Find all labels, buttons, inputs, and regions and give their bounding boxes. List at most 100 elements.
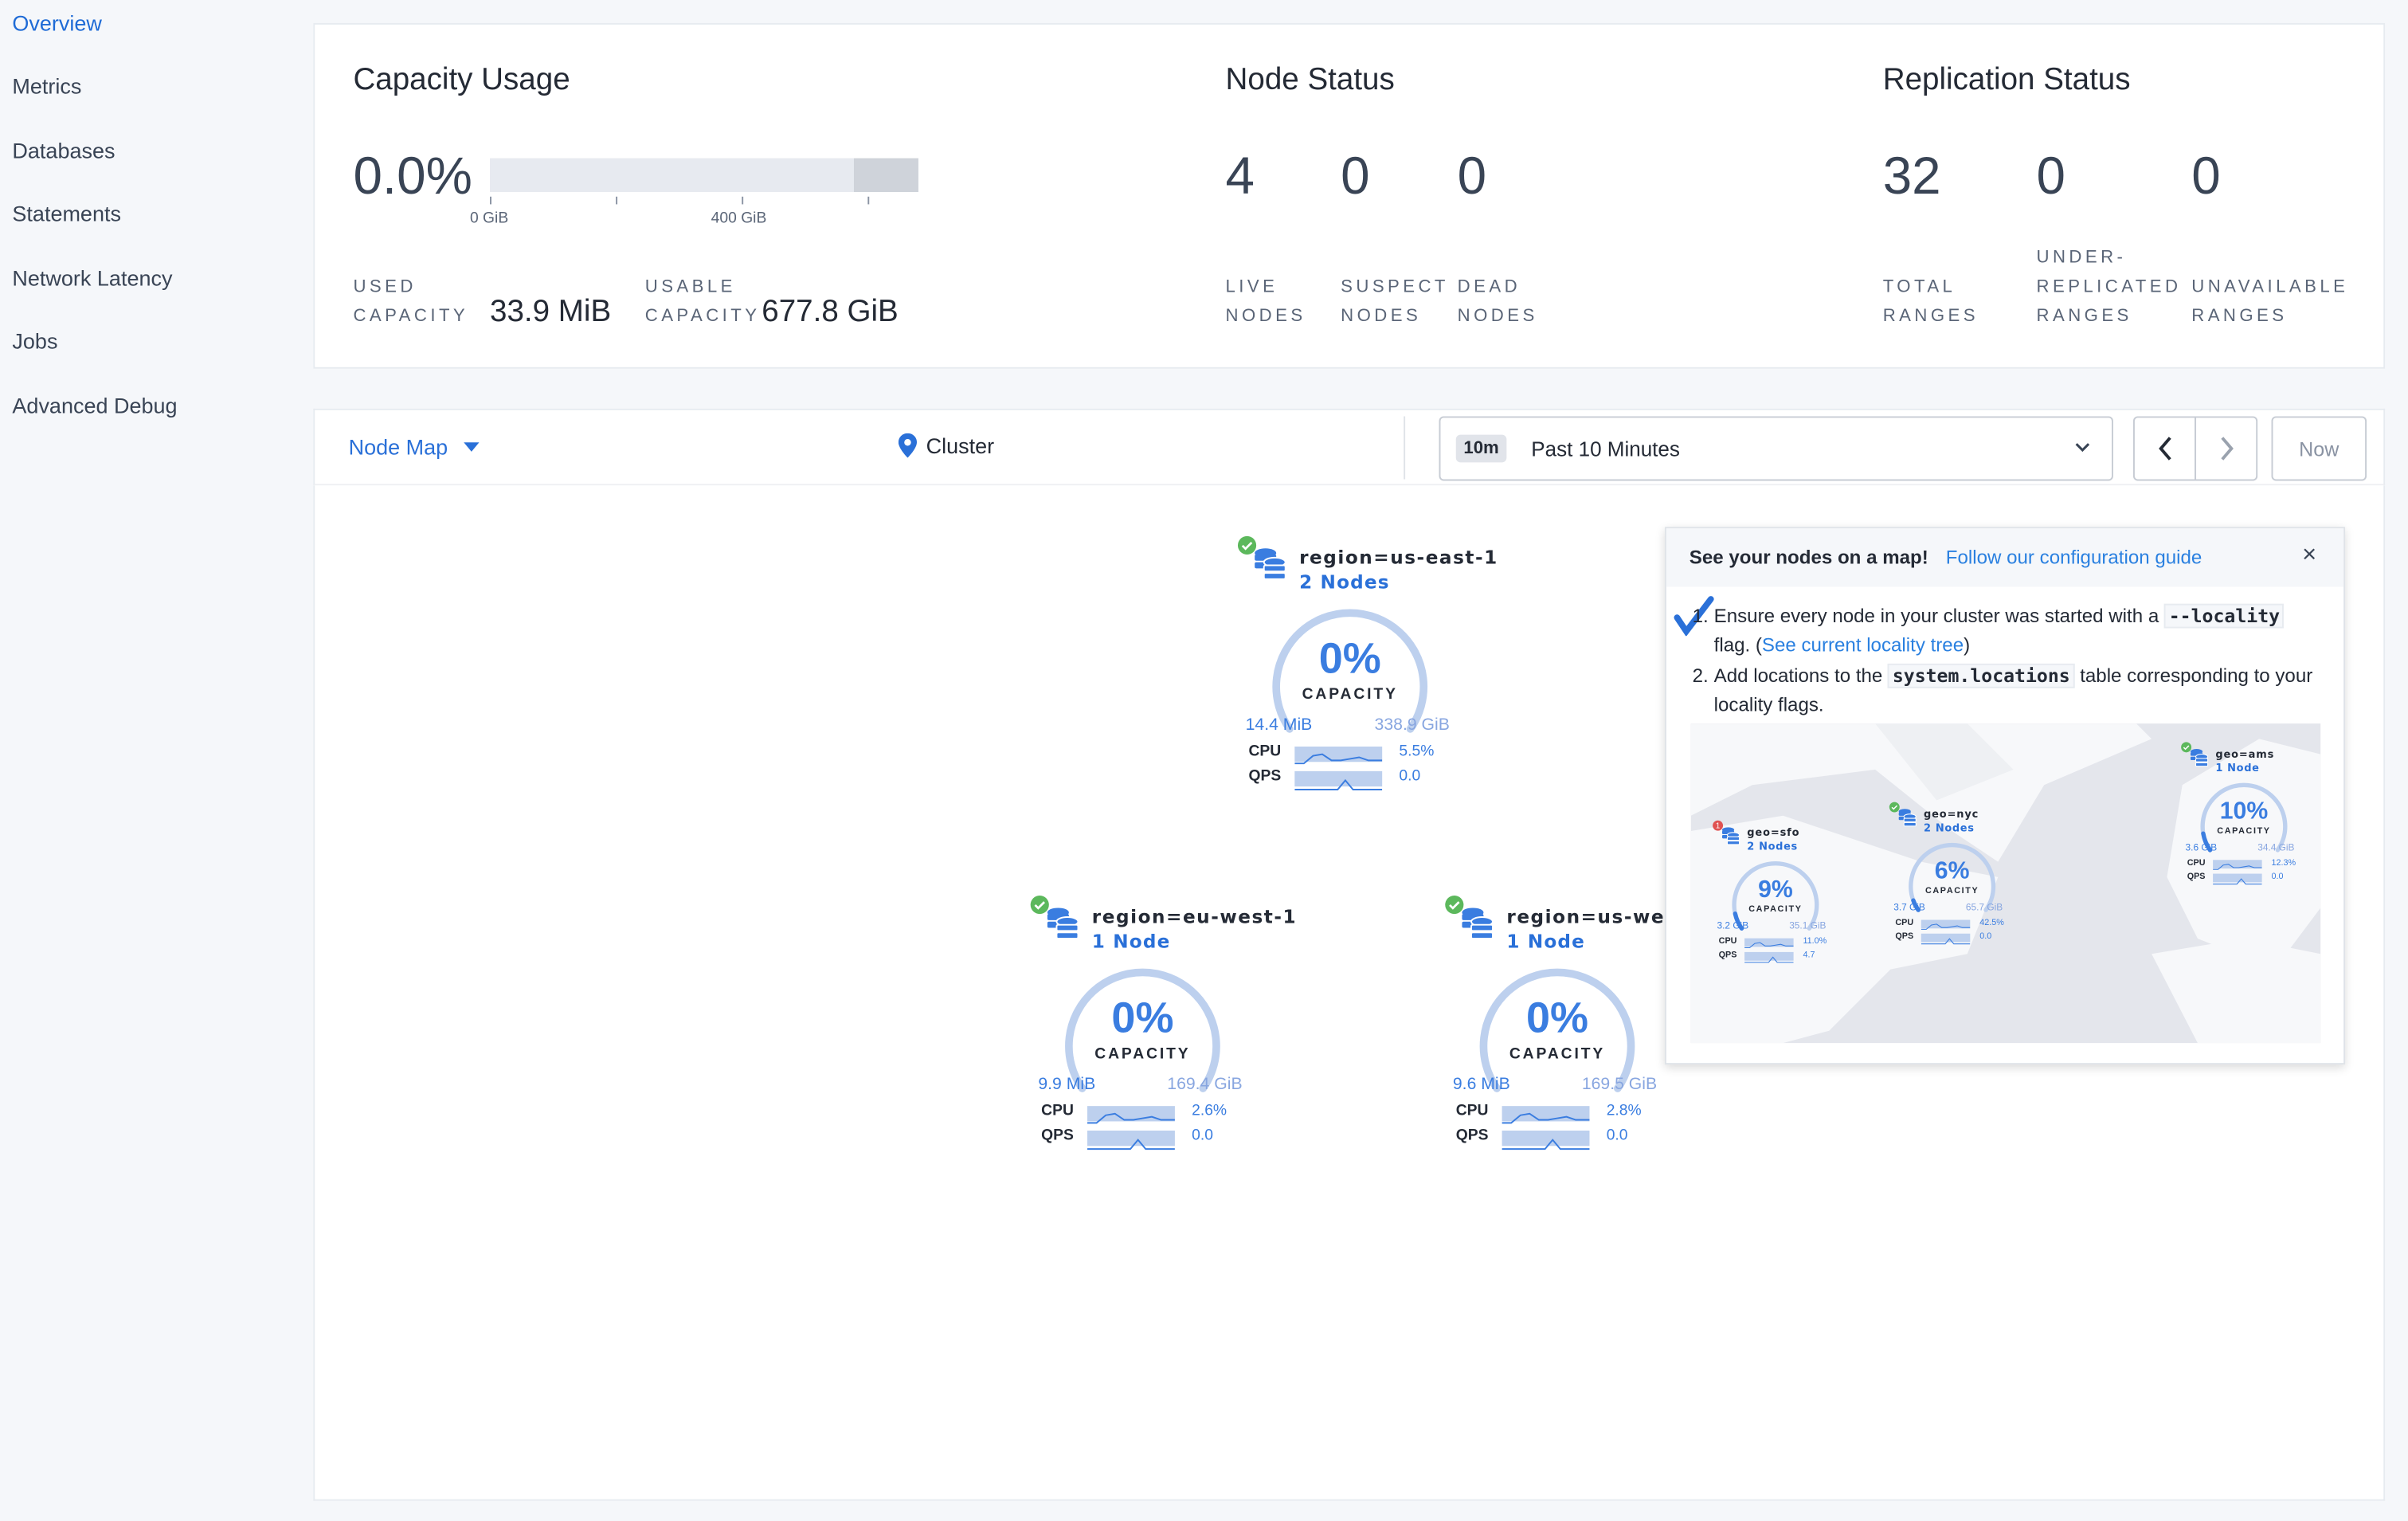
database-icon-wrap bbox=[1461, 907, 1494, 948]
cpu-value: 2.8% bbox=[1606, 1103, 1642, 1120]
node-region[interactable]: geo=nyc 2 Nodes 6% CAPACITY 3.7 GiB 65.7 GiB C… bbox=[1889, 802, 2040, 955]
node-count[interactable]: 2 Nodes bbox=[1747, 841, 1798, 853]
node-count[interactable]: 1 Node bbox=[2215, 762, 2259, 774]
database-icon bbox=[1255, 548, 1286, 580]
cpu-label: CPU bbox=[1455, 1103, 1489, 1120]
chevron-right-icon bbox=[2220, 437, 2233, 461]
capacity-label: CAPACITY bbox=[1509, 1045, 1606, 1064]
stat-label: TOTAL RANGES bbox=[1883, 245, 1979, 332]
configuration-guide-link[interactable]: Follow our configuration guide bbox=[1946, 547, 2202, 568]
breadcrumb[interactable]: Cluster bbox=[898, 433, 994, 458]
view-selector[interactable]: Node Map bbox=[349, 435, 479, 459]
stat-value: 0 bbox=[2036, 147, 2066, 206]
usable-capacity-label: USABLE CAPACITY bbox=[645, 273, 761, 331]
cpu-value: 11.0% bbox=[1803, 936, 1827, 947]
label-line: REPLICATED bbox=[2036, 277, 2182, 297]
sidebar-item-network-latency[interactable]: Network Latency bbox=[12, 266, 172, 291]
axis-label-400: 400 GiB bbox=[711, 210, 767, 228]
now-button[interactable]: Now bbox=[2271, 416, 2367, 481]
node-region[interactable]: region=us-east-1 2 Nodes 0% CAPACITY 14.4 Mi… bbox=[1237, 535, 1507, 808]
sidebar-item-jobs[interactable]: Jobs bbox=[12, 329, 57, 354]
sidebar-item-metrics[interactable]: Metrics bbox=[12, 74, 81, 99]
node-count[interactable]: 1 Node bbox=[1092, 931, 1171, 952]
cpu-sparkline bbox=[1502, 1106, 1590, 1124]
capacity-percent: 10% bbox=[2219, 797, 2269, 824]
qps-label: QPS bbox=[1041, 1127, 1074, 1145]
node-status-title: Node Status bbox=[1225, 63, 1395, 97]
used-capacity-value: 33.9 MiB bbox=[490, 295, 612, 329]
cpu-label: CPU bbox=[1041, 1103, 1074, 1120]
popup-title: See your nodes on a map! bbox=[1689, 547, 1928, 569]
setup-steps: 1. Ensure every node in your cluster was … bbox=[1693, 602, 2322, 719]
database-icon bbox=[1462, 908, 1494, 939]
sidebar-item-advanced-debug[interactable]: Advanced Debug bbox=[12, 394, 177, 418]
capacity-label: CAPACITY bbox=[1302, 686, 1398, 704]
node-region[interactable]: region=eu-west-1 1 Node 0% CAPACITY 9.9 MiB 1… bbox=[1030, 896, 1299, 1168]
time-range-label: Past 10 Minutes bbox=[1531, 437, 1680, 461]
qps-value: 0.0 bbox=[1606, 1127, 1628, 1145]
database-icon bbox=[1898, 809, 1917, 827]
axis-tick bbox=[867, 196, 870, 205]
cpu-sparkline bbox=[1294, 747, 1383, 765]
label-line: CAPACITY bbox=[353, 307, 469, 326]
close-icon[interactable]: × bbox=[2302, 543, 2316, 570]
next-time-button[interactable] bbox=[2195, 416, 2258, 481]
previous-time-button[interactable] bbox=[2132, 416, 2197, 481]
capacity-label: CAPACITY bbox=[1748, 904, 1803, 915]
stat-value: 0 bbox=[1457, 147, 1487, 206]
axis-tick bbox=[490, 196, 491, 205]
label-line bbox=[2191, 245, 2348, 274]
cpu-label: CPU bbox=[1718, 936, 1737, 947]
used-capacity: 3.7 GiB bbox=[1893, 902, 1925, 913]
location-pin-icon bbox=[898, 433, 918, 458]
capacity-usage-title: Capacity Usage bbox=[353, 63, 570, 97]
sidebar-item-databases[interactable]: Databases bbox=[12, 139, 115, 163]
capacity-bar-reserved bbox=[853, 158, 918, 192]
stat-value: 32 bbox=[1882, 147, 1941, 206]
step-number: 1. bbox=[1692, 605, 1709, 627]
time-range-select[interactable]: 10m Past 10 Minutes bbox=[1439, 416, 2113, 481]
capacity-label: CAPACITY bbox=[2217, 826, 2271, 837]
label-line: TOTAL bbox=[1882, 277, 1956, 297]
node-count[interactable]: 1 Node bbox=[1506, 931, 1585, 952]
cpu-label: CPU bbox=[1248, 743, 1282, 761]
label-line: CAPACITY bbox=[644, 307, 761, 326]
capacity-percent: 0% bbox=[1318, 634, 1381, 683]
used-capacity-label: USED CAPACITY bbox=[353, 273, 468, 331]
qps-sparkline bbox=[2213, 873, 2262, 885]
sidebar-item-overview[interactable]: Overview bbox=[12, 10, 102, 35]
label-line: UNDER- bbox=[2036, 249, 2127, 268]
caret-down-icon bbox=[463, 442, 479, 452]
label-line: USABLE bbox=[644, 277, 736, 297]
locality-tree-link[interactable]: See current locality tree bbox=[1762, 633, 1964, 655]
stat-label: SUSPECT NODES bbox=[1341, 273, 1449, 331]
node-region[interactable]: geo=ams 1 Node 10% CAPACITY 3.6 GiB 34.4 GiB C… bbox=[2181, 742, 2321, 895]
node-count[interactable]: 2 Nodes bbox=[1924, 821, 1975, 833]
step-text: flag. ( bbox=[1713, 633, 1762, 656]
step-text: Add locations to the bbox=[1713, 664, 1883, 687]
cpu-sparkline bbox=[1921, 919, 1971, 930]
node-region[interactable]: 1 geo=sfo 2 Nodes 9% CAPACITY 3.2 GiB 35.1 GiB… bbox=[1713, 820, 1864, 973]
stat-label: LIVE NODES bbox=[1226, 273, 1306, 331]
label-line: RANGES bbox=[2191, 307, 2288, 326]
label-line bbox=[1883, 245, 1979, 274]
map-toolbar: Node Map Cluster 10m Past 10 Minutes Now bbox=[313, 408, 2386, 486]
node-count[interactable]: 2 Nodes bbox=[1299, 571, 1390, 593]
chevron-left-icon bbox=[2158, 437, 2171, 461]
stat-value: 0 bbox=[1341, 147, 1370, 206]
sidebar-item-statements[interactable]: Statements bbox=[12, 202, 121, 226]
cpu-sparkline bbox=[1744, 938, 1794, 949]
label-line: LIVE bbox=[1225, 277, 1278, 297]
cpu-label: CPU bbox=[2187, 858, 2206, 868]
total-capacity: 169.5 GiB bbox=[1581, 1075, 1658, 1094]
cpu-value: 12.3% bbox=[2271, 858, 2296, 868]
used-capacity: 3.2 GiB bbox=[1717, 921, 1749, 931]
code-locality: --locality bbox=[2163, 603, 2285, 629]
qps-value: 0.0 bbox=[1192, 1127, 1213, 1145]
qps-value: 0.0 bbox=[1399, 768, 1421, 786]
cpu-value: 5.5% bbox=[1399, 743, 1435, 761]
total-capacity: 65.7 GiB bbox=[1965, 902, 2003, 913]
stat-value: 4 bbox=[1225, 147, 1255, 206]
capacity-label: CAPACITY bbox=[1094, 1045, 1191, 1064]
database-icon bbox=[2191, 749, 2209, 767]
